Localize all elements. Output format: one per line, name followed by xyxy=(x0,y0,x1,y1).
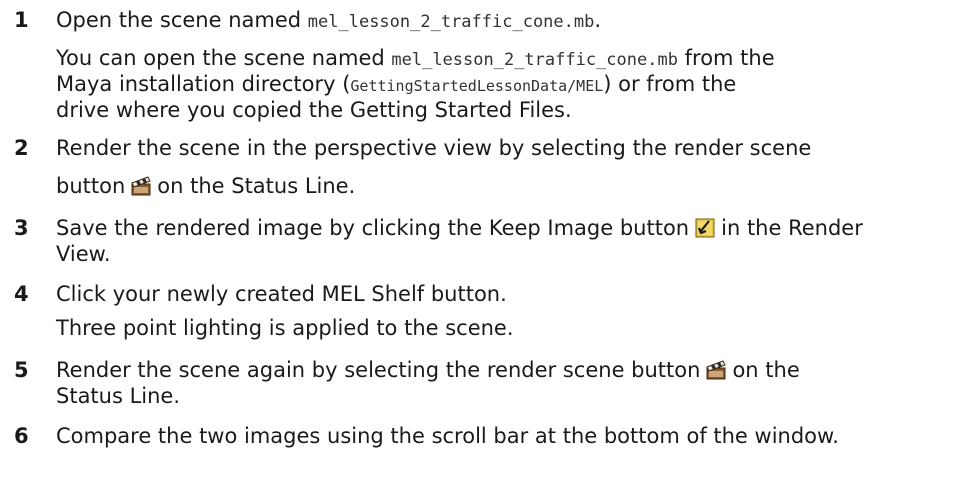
step-detail: drive where you copied the Getting Start… xyxy=(56,98,572,122)
clapperboard-icon xyxy=(131,175,151,196)
step-result: Three point lighting is applied to the s… xyxy=(56,316,514,340)
file-name: mel_lesson_2_traffic_cone.mb xyxy=(391,50,678,70)
step-text: button on the Status Line. xyxy=(56,174,356,198)
step-text: Compare the two images using the scroll … xyxy=(56,424,839,448)
step-number: 1 xyxy=(14,8,29,32)
instruction-page: 1 Open the scene named mel_lesson_2_traf… xyxy=(0,0,964,487)
step-number: 2 xyxy=(14,136,29,160)
step-text: Open the scene named mel_lesson_2_traffi… xyxy=(56,8,602,32)
directory-path: GettingStartedLessonData/MEL xyxy=(350,77,604,95)
file-name: mel_lesson_2_traffic_cone.mb xyxy=(307,12,595,32)
step-number: 5 xyxy=(14,358,29,382)
keep-image-icon xyxy=(695,217,715,238)
step-number: 4 xyxy=(14,282,29,306)
step-number: 3 xyxy=(14,216,29,240)
clapperboard-icon xyxy=(706,359,727,380)
step-text: Render the scene again by selecting the … xyxy=(56,358,800,382)
step-text: Click your newly created MEL Shelf butto… xyxy=(56,282,507,306)
step-text: Render the scene in the perspective view… xyxy=(56,136,812,160)
step-text: Status Line. xyxy=(56,384,181,408)
step-number: 6 xyxy=(14,424,29,448)
step-text: Save the rendered image by clicking the … xyxy=(56,216,863,240)
step-text: View. xyxy=(56,242,111,266)
